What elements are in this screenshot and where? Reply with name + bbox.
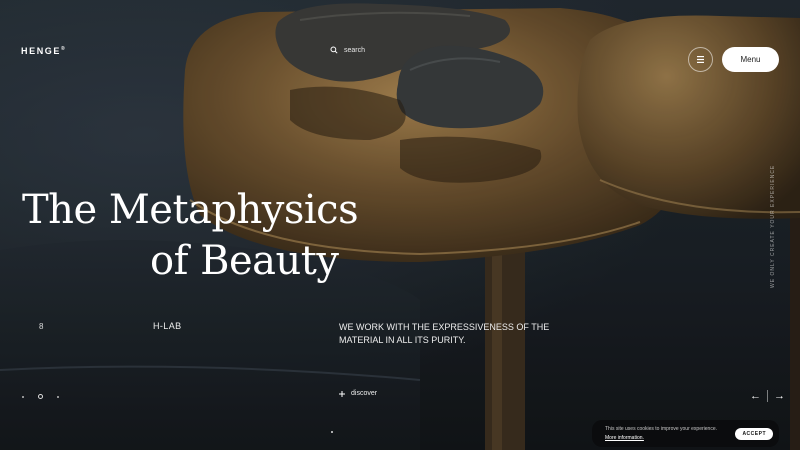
slide-pagination [22, 394, 59, 399]
cookie-message: This site uses cookies to improve your e… [605, 425, 717, 443]
search-button[interactable]: search [330, 46, 365, 54]
arrow-right-icon[interactable]: → [774, 390, 785, 402]
slide-number: 8 [39, 322, 44, 331]
search-label: search [344, 46, 366, 54]
vertical-caption: WE ONLY CREATE YOUR EXPERIENCE [770, 164, 776, 288]
discover-link[interactable]: discover [339, 390, 377, 397]
hero-title-line-2: of Beauty [150, 238, 339, 284]
menu-button[interactable]: Menu [722, 47, 779, 72]
cookie-more-info-link[interactable]: More information. [605, 434, 717, 443]
pagination-dot-active[interactable] [38, 394, 43, 399]
logo-text: HENGE [21, 46, 62, 56]
grid-icon [697, 56, 704, 63]
cookie-accept-button[interactable]: ACCEPT [735, 427, 773, 440]
pagination-dot[interactable] [57, 395, 59, 398]
project-name: H-LAB [153, 321, 182, 331]
search-icon [330, 46, 338, 54]
cookie-banner: This site uses cookies to improve your e… [592, 420, 779, 447]
grid-view-button[interactable] [688, 47, 713, 72]
hero-title-line-1: The Metaphysics [22, 187, 359, 233]
logo-registered-mark: ® [61, 46, 67, 52]
pagination-dot[interactable] [22, 395, 24, 398]
hero-tagline: WE WORK WITH THE EXPRESSIVENESS OF THE M… [339, 322, 550, 345]
arrow-divider [767, 390, 768, 402]
brand-logo[interactable]: HENGE® [21, 46, 66, 56]
cookie-text: This site uses cookies to improve your e… [605, 425, 717, 432]
arrow-left-icon[interactable]: ← [750, 390, 761, 402]
scroll-indicator-dot [331, 431, 333, 433]
plus-icon [339, 390, 345, 397]
slider-arrows: ← → [750, 390, 785, 402]
discover-label: discover [351, 390, 378, 397]
